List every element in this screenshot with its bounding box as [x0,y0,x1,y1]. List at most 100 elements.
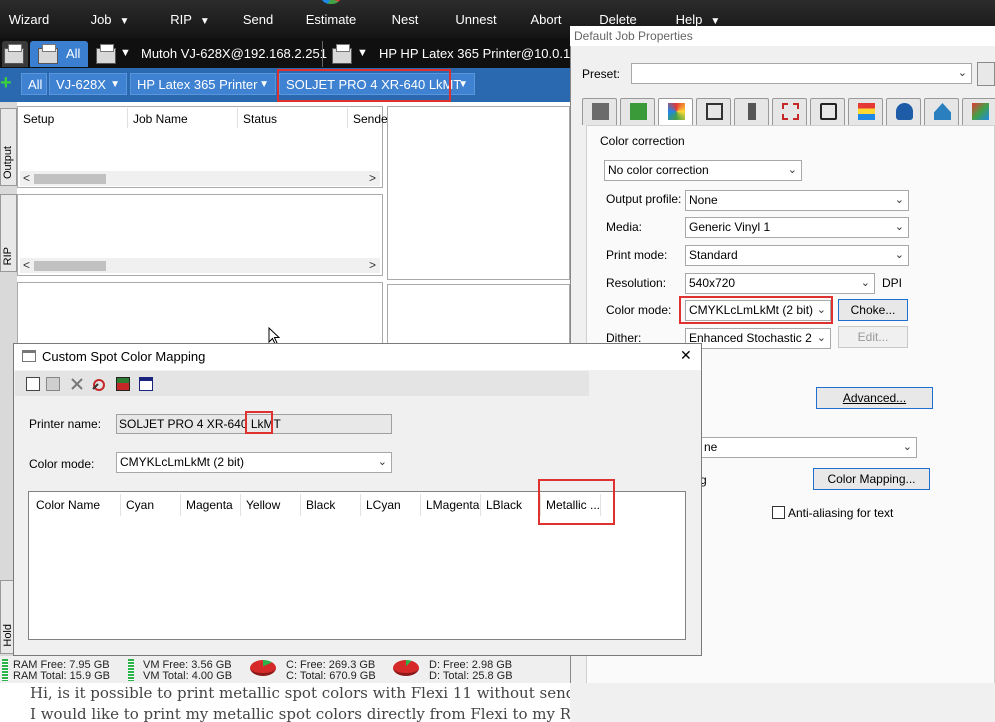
column-magenta[interactable]: Magenta [186,498,233,512]
spot-color-dialog-title: Custom Spot Color Mapping [42,349,206,364]
highlight-box [538,479,615,525]
nest-button[interactable]: Nest [380,0,430,38]
abort-button[interactable]: Abort [520,0,572,38]
output-queue-tab[interactable]: Output [0,108,17,186]
estimate-button[interactable]: Estimate [298,0,364,38]
resolution-dropdown[interactable]: 540x720 ⌄ [685,273,875,294]
tab-arrow-icon[interactable]: ▼ [357,47,368,59]
filter-vj628x-dropdown[interactable]: VJ-628X ▼ [49,73,127,95]
dither-dropdown[interactable]: Enhanced Stochastic 2 ⌄ [685,328,831,349]
dialog-color-mode-dropdown[interactable]: CMYKLcLmLkMt (2 bit) ⌄ [116,452,392,473]
d-total: D: Total: 25.8 GB [429,670,513,682]
chevron-down-icon: ▼ [119,16,130,27]
preset-dropdown[interactable]: ⌄ [631,63,972,84]
color-mapping-button[interactable]: Color Mapping... [813,468,930,490]
send-label: Send [242,12,274,27]
column-lcyan[interactable]: LCyan [366,498,401,512]
column-divider [180,494,181,516]
output-profile-value: None [689,193,718,207]
tab-effects[interactable] [962,98,995,125]
tab-printer-mutoh[interactable]: Mutoh VJ-628X@192.168.2.251 [141,46,327,61]
tab-marks[interactable] [810,98,845,125]
column-black[interactable]: Black [306,498,335,512]
tab-printer-hp[interactable]: HP HP Latex 365 Printer@10.0.19.2 [379,46,588,61]
tab-media[interactable] [886,98,921,125]
tab-layout[interactable] [696,98,731,125]
anti-aliasing-checkbox[interactable] [772,506,785,519]
scroll-thumb[interactable] [34,261,106,271]
tab-arrow-icon[interactable]: ▼ [120,47,131,59]
color-layers-icon [858,103,875,120]
chevron-down-icon: ⌄ [957,67,967,79]
tiling-icon [782,103,799,120]
help-label: Help [675,12,703,27]
wizard-label: Wizard [8,12,50,27]
rip-tab-label: RIP [2,246,14,265]
scroll-thumb[interactable] [34,174,106,184]
media-label: Media: [606,220,643,234]
wizard-button[interactable]: Wizard [0,0,58,38]
filter-hp-dropdown[interactable]: HP Latex 365 Printer ▼ [130,73,276,95]
tab-general[interactable] [582,98,617,125]
column-status[interactable]: Status [243,112,277,126]
print-mode-dropdown[interactable]: Standard ⌄ [685,245,909,266]
tab-output[interactable] [620,98,655,125]
color-correction-dropdown[interactable]: No color correction ⌄ [604,160,802,181]
forum-text-line-1: Hi, is it possible to print metallic spo… [30,684,620,702]
chevron-down-icon: ⌄ [902,441,912,453]
color-library-icon[interactable] [116,377,130,391]
add-printer-icon[interactable]: + [0,73,16,95]
edit-icon[interactable] [46,377,60,391]
column-divider [240,494,241,516]
delete-icon[interactable] [70,377,84,391]
tab-color[interactable] [658,98,693,125]
job-menu-button[interactable]: Job ▼ [80,0,140,38]
scroll-left-icon[interactable]: < [23,258,30,272]
dither-value: Enhanced Stochastic 2 [689,331,812,345]
rip-hscrollbar[interactable]: < > [20,258,380,273]
c-total: C: Total: 670.9 GB [286,670,376,682]
vm-total: VM Total: 4.00 GB [143,670,233,682]
print-mode-value: Standard [689,248,738,262]
color-icon [668,103,685,120]
column-color-name[interactable]: Color Name [36,498,100,512]
rip-menu-button[interactable]: RIP ▼ [160,0,220,38]
scroll-right-icon[interactable]: > [369,258,376,272]
resolution-label: Resolution: [606,276,667,290]
secondary-dropdown[interactable]: ne ⌄ [700,437,917,458]
tab-color-layers[interactable] [848,98,883,125]
secondary-dropdown-value: ne [704,440,718,454]
chevron-down-icon: ⌄ [377,456,387,468]
properties-icon[interactable] [139,377,153,391]
column-lblack[interactable]: LBlack [486,498,522,512]
send-button[interactable]: Send [232,0,284,38]
column-cyan[interactable]: Cyan [126,498,154,512]
choke-button[interactable]: Choke... [838,299,908,321]
dialog-app-icon [22,350,36,362]
media-dropdown[interactable]: Generic Vinyl 1 ⌄ [685,217,909,238]
rip-queue-tab[interactable]: RIP [0,194,17,272]
column-job-name[interactable]: Job Name [133,112,188,126]
column-yellow[interactable]: Yellow [246,498,280,512]
tab-cutting[interactable] [734,98,769,125]
column-lmagenta[interactable]: LMagenta [426,498,479,512]
unnest-button[interactable]: Unnest [446,0,506,38]
close-icon[interactable]: ✕ [680,347,692,364]
column-divider [360,494,361,516]
filter-all-button[interactable]: All [21,73,47,95]
output-hscrollbar[interactable]: < > [20,171,380,186]
output-profile-label: Output profile: [606,192,682,206]
tab-finishing[interactable] [924,98,959,125]
eyedropper-icon[interactable] [92,377,106,391]
output-profile-dropdown[interactable]: None ⌄ [685,190,909,211]
tab-tiling[interactable] [772,98,807,125]
advanced-button[interactable]: Advanced... [816,387,933,409]
column-setup[interactable]: Setup [23,112,54,126]
chevron-down-icon: ⌄ [787,164,797,176]
edit-dither-button[interactable]: Edit... [838,326,908,348]
save-preset-button[interactable] [977,62,995,86]
column-sender[interactable]: Sende [353,112,388,126]
scroll-right-icon[interactable]: > [369,171,376,185]
new-icon[interactable] [26,377,40,391]
scroll-left-icon[interactable]: < [23,171,30,185]
